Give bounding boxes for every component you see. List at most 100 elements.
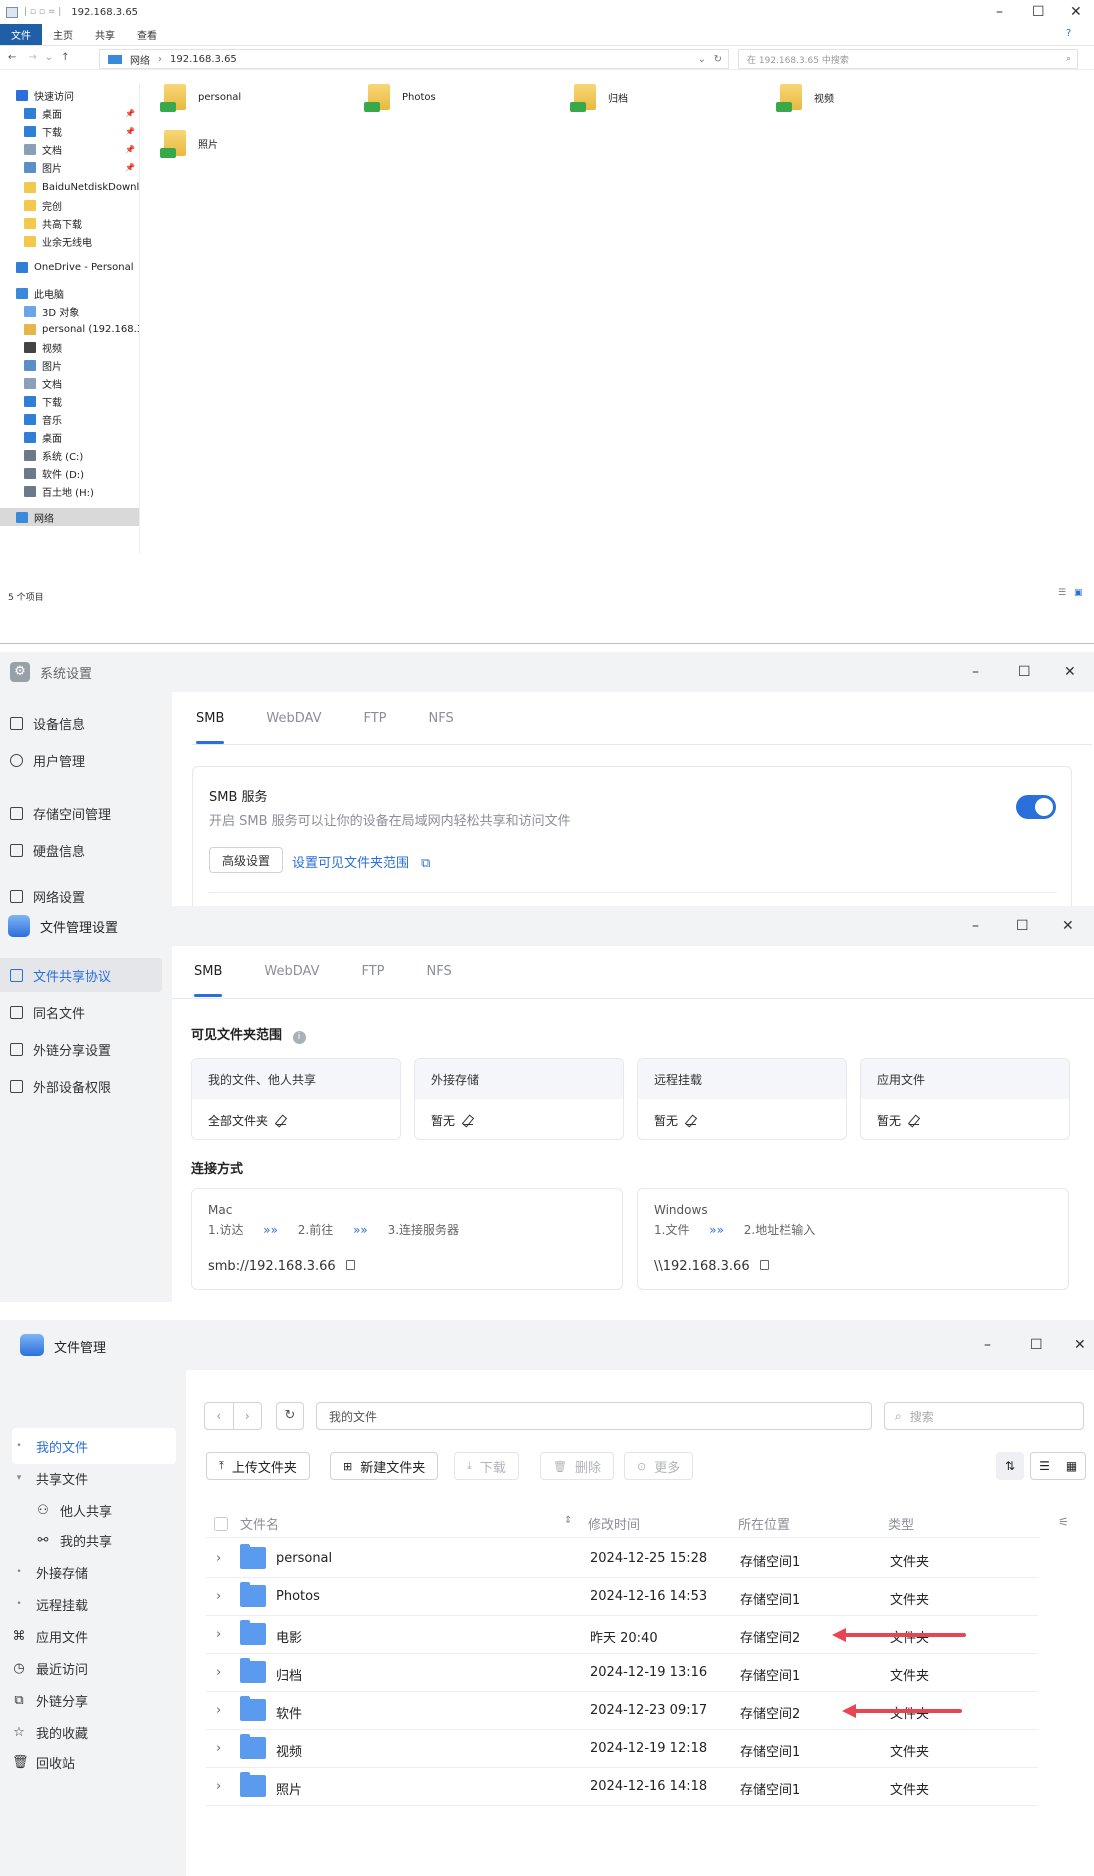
close-button[interactable]: ✕ [1070,0,1082,32]
tab-ftp[interactable]: FTP [361,964,384,979]
nav-item[interactable]: 文档 [0,374,139,392]
column-name[interactable]: 文件名 [240,1508,279,1538]
close-button[interactable]: ✕ [1062,906,1074,946]
edit-icon[interactable] [686,1115,697,1125]
folder-tile-personal[interactable]: personal [160,80,241,114]
sidebar-item[interactable]: 🗑 回收站 [12,1744,176,1780]
sidebar-item-share-protocol[interactable]: 文件共享协议 [10,963,111,987]
sidebar-item[interactable]: • 外接存储 [12,1554,176,1590]
maximize-button[interactable]: ☐ [1016,906,1029,946]
address-bar[interactable]: 网络 › 192.168.3.65 ⌄ ↻ [99,49,729,69]
sort-arrows-icon[interactable]: ⇕ [564,1515,572,1526]
sidebar-item-link-share[interactable]: 外链分享设置 [10,1037,111,1061]
back-icon[interactable]: ‹ [205,1403,234,1429]
nav-item[interactable]: 完创 [0,196,139,214]
ribbon-tab-file[interactable]: 文件 [0,24,42,45]
copy-icon[interactable] [345,1260,355,1270]
visible-folders-link[interactable]: 设置可见文件夹范围 ⧉ [292,852,430,871]
sidebar-item[interactable]: • 远程挂载 [12,1586,176,1622]
ribbon-tab-share[interactable]: 共享 [84,24,126,45]
expand-chevron-icon[interactable]: › [216,1589,221,1604]
edit-icon[interactable] [276,1115,287,1125]
maximize-button[interactable]: ☐ [1032,0,1045,32]
expand-chevron-icon[interactable]: › [216,1665,221,1680]
download-button[interactable]: ⤓ 下载 [454,1452,519,1480]
scope-card-value[interactable]: 暂无 [861,1099,1069,1139]
column-location[interactable]: 所在位置 [738,1508,790,1538]
pin-icon[interactable]: 📌 [125,163,135,172]
minimize-button[interactable]: – [972,906,979,946]
nav-item[interactable]: BaiduNetdiskDownlo [0,178,139,196]
table-row[interactable]: › 照片 2024-12-16 14:18 存储空间1 文件夹 [206,1768,1038,1806]
sidebar-item-external-devices[interactable]: 外部设备权限 [10,1074,111,1098]
breadcrumb-host[interactable]: 192.168.3.65 [170,54,237,65]
column-modified[interactable]: 修改时间 [588,1508,640,1538]
recent-locations-icon[interactable]: ⌄ [45,52,53,63]
refresh-icon[interactable]: ↻ [276,1402,304,1430]
select-all-checkbox[interactable] [214,1517,228,1531]
pin-icon[interactable]: 📌 [125,127,135,136]
tab-nfs[interactable]: NFS [427,964,452,979]
quick-access-toolbar-icon[interactable]: | ▫ ▫ = | [24,7,61,17]
edit-icon[interactable] [463,1115,474,1125]
help-icon[interactable]: ? [1066,28,1071,39]
nav-item[interactable]: personal (192.168.3.6 [0,320,139,338]
column-settings-icon[interactable]: ⚟ [1058,1515,1069,1529]
tab-smb[interactable]: SMB [196,711,225,744]
sidebar-item[interactable]: ▾ 共享文件 [12,1460,176,1496]
nav-item[interactable]: 软件 (D:) [0,464,139,482]
address-dropdown-icon[interactable]: ⌄ [698,54,706,65]
maximize-button[interactable]: ☐ [1018,652,1031,692]
nav-item[interactable]: 3D 对象 [0,302,139,320]
table-row[interactable]: › 归档 2024-12-19 13:16 存储空间1 文件夹 [206,1654,1038,1692]
nav-item[interactable]: 图片 [0,356,139,374]
scope-card-value[interactable]: 暂无 [415,1099,623,1139]
expand-chevron-icon[interactable]: › [216,1551,221,1566]
pin-icon[interactable]: 📌 [125,109,135,118]
nav-item[interactable]: 快速访问 [0,86,139,104]
nav-item[interactable]: 视频 [0,338,139,356]
maximize-button[interactable]: ☐ [1030,1325,1043,1365]
path-bar[interactable]: 我的文件 [316,1402,872,1430]
info-icon[interactable]: i [292,1031,306,1044]
table-row[interactable]: › personal 2024-12-25 15:28 存储空间1 文件夹 [206,1540,1038,1578]
grid-view-icon[interactable]: ▦ [1058,1453,1085,1479]
nav-item[interactable]: 系统 (C:) [0,446,139,464]
nav-item[interactable]: 下载 [0,392,139,410]
nav-item[interactable]: 桌面 📌 [0,104,139,122]
minimize-button[interactable]: – [972,652,979,692]
ribbon-tab-home[interactable]: 主页 [42,24,84,45]
explorer-search-input[interactable]: 在 192.168.3.65 中搜索 ⌕ [738,49,1078,69]
close-button[interactable]: ✕ [1074,1325,1086,1365]
forward-icon[interactable]: › [234,1403,262,1429]
nav-item[interactable]: OneDrive - Personal [0,258,139,276]
nav-item[interactable]: 网络 [0,508,139,526]
sidebar-item[interactable]: • 我的文件 [12,1428,176,1464]
more-button[interactable]: ⊙ 更多 [624,1452,694,1480]
nav-item[interactable]: 业余无线电 [0,232,139,250]
forward-icon[interactable]: → [28,52,36,63]
new-folder-button[interactable]: ⊞ 新建文件夹 [330,1452,439,1480]
breadcrumb-network[interactable]: 网络 [130,52,150,67]
sidebar-item[interactable]: ⚯ 我的共享 [12,1522,176,1558]
sidebar-item[interactable]: ⧉ 外链分享 [12,1682,176,1718]
folder-tile-archive[interactable]: 归档 [570,80,628,114]
sidebar-item[interactable]: ⌘ 应用文件 [12,1618,176,1654]
scope-card-value[interactable]: 暂无 [638,1099,846,1139]
sort-icon[interactable]: ⇅ [996,1452,1024,1480]
sidebar-item-duplicate-files[interactable]: 同名文件 [10,1000,85,1024]
tab-webdav[interactable]: WebDAV [266,711,321,726]
nav-item[interactable]: 百土地 (H:) [0,482,139,500]
back-icon[interactable]: ← [8,52,16,63]
up-icon[interactable]: ↑ [61,52,69,63]
sidebar-item-users[interactable]: 用户管理 [10,748,85,772]
expand-chevron-icon[interactable]: › [216,1703,221,1718]
delete-button[interactable]: 🗑 删除 [540,1452,614,1480]
nav-item[interactable]: 音乐 [0,410,139,428]
close-button[interactable]: ✕ [1064,652,1076,692]
edit-icon[interactable] [909,1115,920,1125]
list-view-icon[interactable]: ☰ [1031,1453,1058,1479]
tab-nfs[interactable]: NFS [429,711,454,726]
pin-icon[interactable]: 📌 [125,145,135,154]
tab-ftp[interactable]: FTP [363,711,386,726]
